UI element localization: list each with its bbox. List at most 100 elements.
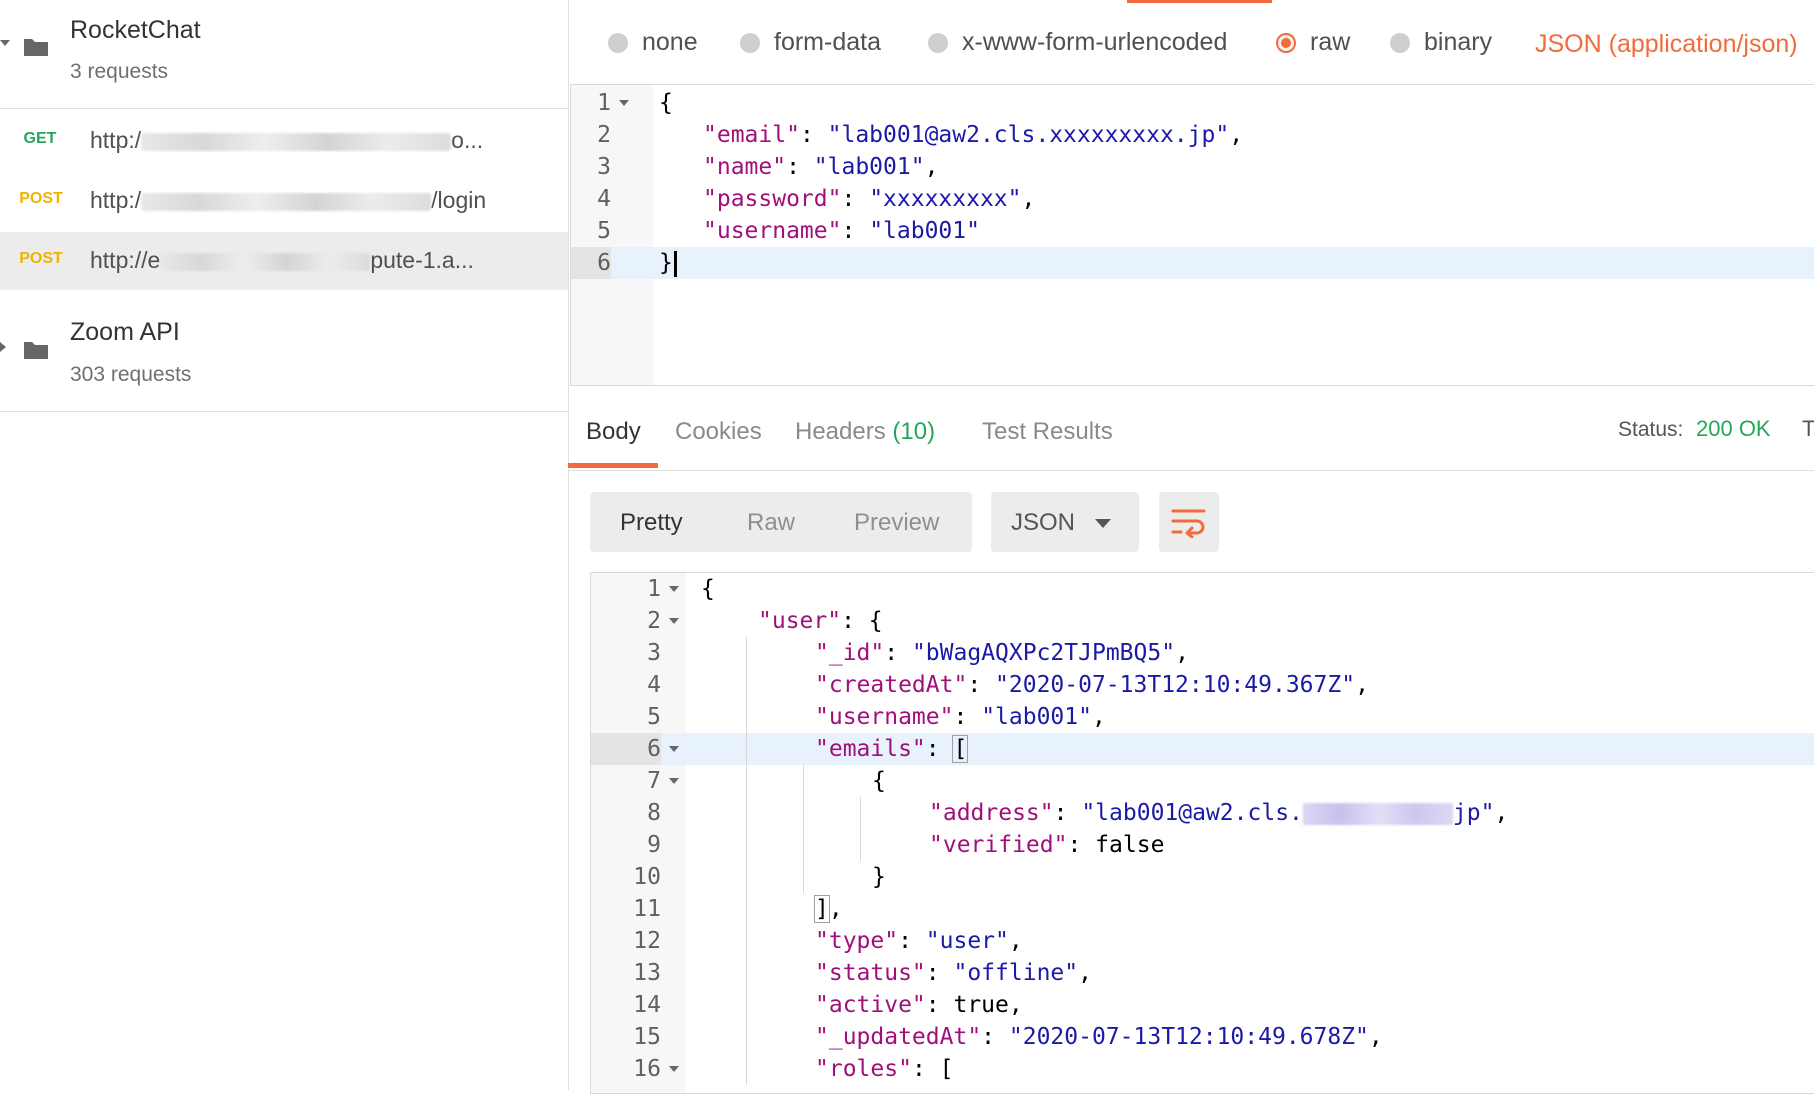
fold-toggle-icon[interactable]: [669, 1066, 679, 1072]
code-text: "email": "lab001@aw2.cls.xxxxxxxxx.jp",: [703, 119, 1243, 151]
code-line: 1{: [571, 87, 1814, 119]
radio-button[interactable]: [608, 32, 628, 53]
active-tab-underline: [568, 463, 658, 468]
json-punctuation: : [: [911, 1056, 954, 1082]
request-body-editor[interactable]: 1{ 2 "email": "lab001@aw2.cls.xxxxxxxxx.jp…: [570, 84, 1814, 386]
json-key: "_id": [815, 640, 885, 666]
json-punctuation: [: [952, 735, 969, 763]
json-punctuation: :: [841, 186, 870, 212]
code-line: 13 "status": "offline",: [591, 957, 1814, 989]
json-punctuation: :: [925, 736, 954, 762]
json-key: "user": [758, 608, 842, 634]
line-number: 4: [597, 186, 611, 212]
folder-icon: [24, 342, 48, 359]
code-text: "_updatedAt": "2020-07-13T12:10:49.678Z"…: [815, 1021, 1383, 1053]
request-url: http://e pute-1.a...: [90, 247, 474, 273]
code-line: 15 "_updatedAt": "2020-07-13T12:10:49.678…: [591, 1021, 1814, 1053]
response-body-viewer[interactable]: 1{2 "user": {3 "_id": "bWagAQXPc2TJPmBQ5",…: [590, 572, 1814, 1094]
json-key: "email": [703, 122, 800, 148]
json-key: "createdAt": [815, 672, 968, 698]
line-number: 7: [647, 768, 661, 794]
line-number: 2: [597, 122, 611, 148]
code-line: 6}: [571, 247, 1814, 279]
tab-body[interactable]: Body: [586, 418, 641, 446]
tab-headers[interactable]: Headers (10): [795, 418, 935, 446]
content-type-dropdown[interactable]: JSON (application/json): [1535, 30, 1798, 59]
code-text: {: [659, 87, 673, 119]
format-select[interactable]: JSON: [991, 492, 1139, 552]
request-item-get[interactable]: GET http:/o...: [0, 112, 568, 170]
chevron-down-icon[interactable]: [0, 40, 10, 46]
code-text: "password": "xxxxxxxxx",: [703, 183, 1035, 215]
radio-button[interactable]: [740, 32, 760, 53]
redacted-url: [160, 252, 371, 271]
status-value: 200 OK: [1696, 416, 1771, 441]
json-string: "offline": [953, 960, 1079, 986]
wrap-lines-icon: [1171, 509, 1206, 538]
json-key: "name": [703, 154, 787, 180]
radio-button[interactable]: [1390, 32, 1410, 53]
code-line: 4 "createdAt": "2020-07-13T12:10:49.367Z"…: [591, 669, 1814, 701]
json-key: "active": [815, 992, 926, 1018]
view-raw-button[interactable]: Raw: [747, 509, 795, 537]
line-number: 5: [597, 218, 611, 244]
request-item-post-login[interactable]: POST http://login: [0, 172, 568, 230]
caret-down-icon: [1095, 519, 1111, 528]
fold-toggle-icon[interactable]: [669, 746, 679, 752]
radio-button-checked[interactable]: [1276, 32, 1296, 53]
chevron-right-icon[interactable]: [0, 342, 6, 352]
request-item-post-active[interactable]: POST http://e pute-1.a...: [0, 232, 568, 290]
view-pretty-button[interactable]: Pretty: [620, 509, 683, 537]
json-punctuation: :: [884, 640, 912, 666]
method-badge-post: POST: [19, 190, 63, 207]
tab-test-results[interactable]: Test Results: [982, 418, 1113, 446]
radio-form-data[interactable]: form-data: [740, 28, 881, 57]
fold-toggle-icon[interactable]: [619, 100, 629, 106]
fold-toggle-icon[interactable]: [669, 586, 679, 592]
json-punctuation: : {: [841, 608, 883, 634]
json-punctuation: :: [898, 928, 926, 954]
redacted-text: [1302, 802, 1453, 825]
tab-cookies[interactable]: Cookies: [675, 418, 762, 446]
json-punctuation: {: [872, 768, 886, 794]
json-key: "address": [929, 800, 1054, 826]
code-line: 10}: [591, 861, 1814, 893]
fold-toggle-icon[interactable]: [669, 778, 679, 784]
radio-x-www-form-urlencoded[interactable]: x-www-form-urlencoded: [928, 28, 1227, 57]
time-label: T: [1802, 416, 1814, 441]
collection-rocketchat[interactable]: RocketChat 3 requests: [0, 0, 568, 108]
json-string: "user": [925, 928, 1009, 954]
line-number: 9: [647, 832, 661, 858]
line-number: 3: [647, 640, 661, 666]
wrap-lines-button[interactable]: [1159, 492, 1219, 552]
radio-label: x-www-form-urlencoded: [962, 28, 1228, 56]
radio-label: raw: [1310, 28, 1351, 56]
radio-label: none: [642, 28, 698, 56]
collection-zoom-api[interactable]: Zoom API 303 requests: [0, 300, 568, 410]
code-line: 3 "name": "lab001",: [571, 151, 1814, 183]
json-string: "lab001": [813, 154, 925, 180]
json-key: "_updatedAt": [815, 1024, 982, 1050]
json-punctuation: :: [786, 154, 814, 180]
radio-label: binary: [1424, 28, 1493, 56]
json-string: "lab001": [981, 704, 1092, 730]
radio-label: form-data: [774, 28, 881, 56]
radio-none[interactable]: none: [608, 28, 698, 57]
json-string: jp": [1452, 800, 1495, 826]
view-preview-button[interactable]: Preview: [854, 509, 939, 537]
json-punctuation: ,: [1494, 800, 1509, 826]
radio-raw[interactable]: raw: [1276, 28, 1350, 57]
radio-button[interactable]: [928, 32, 948, 53]
json-punctuation: :: [799, 122, 828, 148]
indent-guide: [860, 797, 861, 861]
code-line: 12 "type": "user",: [591, 925, 1814, 957]
fold-toggle-icon[interactable]: [669, 618, 679, 624]
line-number: 5: [647, 704, 661, 730]
radio-binary[interactable]: binary: [1390, 28, 1492, 57]
json-key: "username": [703, 218, 842, 244]
line-number: 6: [571, 247, 611, 279]
collection-name: RocketChat: [70, 16, 201, 44]
json-punctuation: : true,: [925, 992, 1023, 1018]
line-number: 4: [647, 672, 661, 698]
code-line: 11],: [591, 893, 1814, 925]
